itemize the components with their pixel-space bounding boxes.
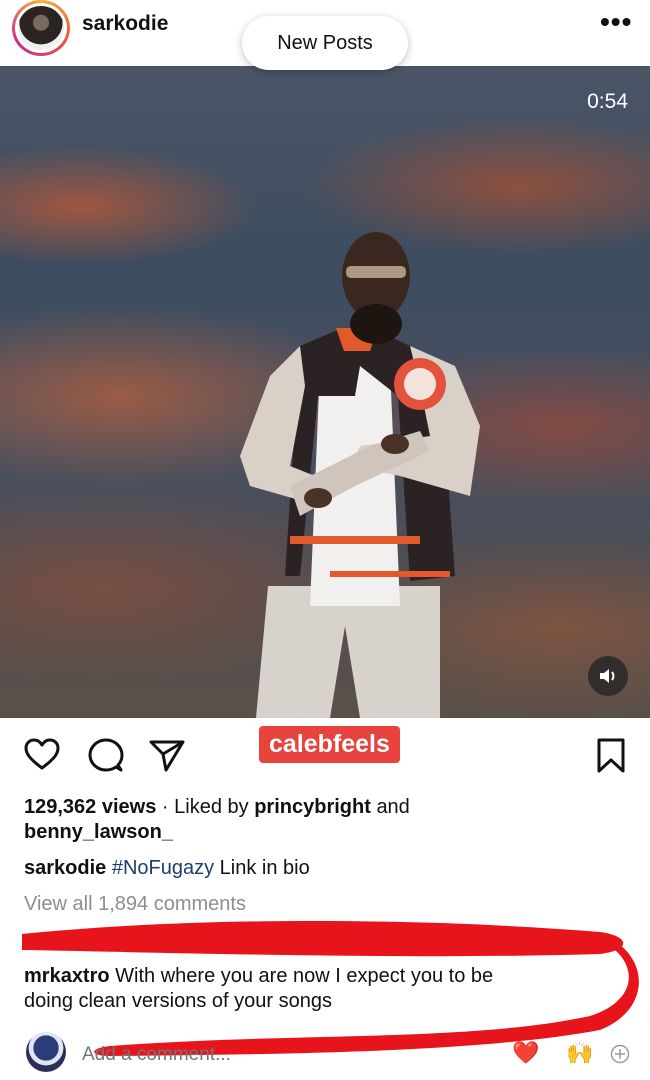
like-heart-icon[interactable] bbox=[24, 738, 60, 772]
quick-reaction-heart[interactable]: ❤️ bbox=[512, 1040, 539, 1066]
speaker-icon bbox=[600, 669, 615, 683]
add-reaction-icon[interactable] bbox=[610, 1044, 630, 1064]
views-count[interactable]: 129,362 views bbox=[24, 796, 156, 818]
current-user-avatar bbox=[26, 1032, 66, 1072]
comment-username[interactable]: mrkaxtro bbox=[24, 965, 110, 987]
comment-bubble-icon[interactable] bbox=[88, 737, 124, 773]
caption-username[interactable]: sarkodie bbox=[24, 857, 106, 879]
save-bookmark-icon[interactable] bbox=[596, 738, 626, 774]
caption-hashtag[interactable]: #NoFugazy bbox=[112, 857, 214, 879]
video-frame-person bbox=[240, 232, 480, 718]
liked-by-user-2[interactable]: benny_lawson_ bbox=[24, 821, 173, 843]
comment-item: mrkaxtro With where you are now I expect… bbox=[24, 964, 493, 1014]
view-all-comments-link[interactable]: View all 1,894 comments bbox=[24, 892, 246, 917]
add-comment-input[interactable] bbox=[80, 1040, 284, 1070]
new-posts-button[interactable]: New Posts bbox=[242, 16, 408, 70]
separator-dot: · bbox=[161, 796, 169, 818]
profile-avatar[interactable] bbox=[12, 0, 70, 56]
post-caption: sarkodie #NoFugazy Link in bio bbox=[24, 856, 310, 881]
liked-by-user-1[interactable]: princybright bbox=[254, 796, 371, 818]
comment-text-line-2: doing clean versions of your songs bbox=[24, 990, 332, 1012]
sound-toggle-button[interactable] bbox=[588, 656, 628, 696]
liked-by-prefix: Liked by bbox=[174, 796, 249, 818]
comment-text-line-1: With where you are now I expect you to b… bbox=[115, 965, 494, 987]
video-timer: 0:54 bbox=[587, 90, 628, 113]
watermark-label: calebfeels bbox=[259, 726, 400, 763]
more-options-icon[interactable]: ••• bbox=[600, 6, 632, 38]
quick-reaction-hands[interactable]: 🙌 bbox=[566, 1040, 593, 1066]
share-paper-plane-icon[interactable] bbox=[149, 739, 185, 773]
likes-summary: 129,362 views · Liked by princybright an… bbox=[24, 795, 410, 845]
liked-by-and: and bbox=[376, 796, 410, 818]
caption-text: Link in bio bbox=[219, 857, 310, 879]
post-username[interactable]: sarkodie bbox=[82, 12, 168, 36]
post-video[interactable]: 0:54 bbox=[0, 66, 650, 718]
